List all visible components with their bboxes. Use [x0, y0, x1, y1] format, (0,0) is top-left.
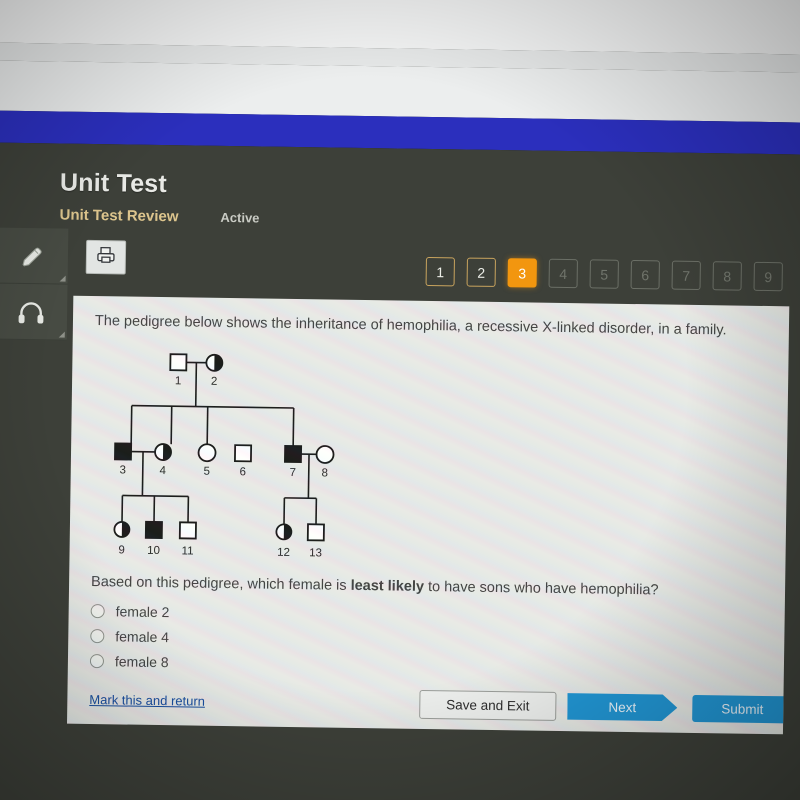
screen-photo: Unit Test Unit Test Review Active 1 2 3 … [0, 0, 800, 800]
question-nav-item-9[interactable]: 9 [753, 261, 783, 292]
tool-rail [0, 227, 69, 341]
pedigree-label-10: 10 [147, 545, 160, 557]
pedigree-node-12 [275, 523, 293, 541]
pedigree-node-13 [306, 523, 325, 542]
printer-icon [96, 246, 116, 269]
pedigree-node-3 [114, 442, 133, 461]
question-prompt-prefix: Based on this pedigree, which female is [90, 573, 351, 594]
submit-button[interactable]: Submit [692, 694, 790, 723]
header-subrow: Unit Test Review Active [59, 207, 259, 227]
pedigree-label-4: 4 [159, 465, 166, 477]
pedigree-label-3: 3 [119, 464, 126, 476]
answer-options: female 2 female 4 female 8 [89, 603, 763, 679]
question-nav-item-8[interactable]: 8 [712, 261, 742, 291]
page-header: Unit Test Unit Test Review Active [59, 169, 260, 227]
pedigree-node-7 [284, 444, 303, 463]
pedigree-label-9: 9 [118, 544, 125, 556]
pedigree-node-11 [178, 521, 197, 540]
answer-option-1[interactable]: female 2 [90, 603, 763, 629]
pedigree-node-9 [113, 520, 131, 538]
print-button[interactable] [85, 239, 127, 275]
question-nav: 1 2 3 4 5 6 7 8 9 [425, 256, 783, 292]
pedigree-node-8 [315, 444, 335, 464]
pedigree-label-2: 2 [211, 376, 218, 388]
pedigree-label-6: 6 [239, 466, 246, 478]
question-panel: The pedigree below shows the inheritance… [67, 295, 790, 735]
question-prompt-emphasis: least likely [350, 577, 425, 595]
pedigree-node-10 [144, 520, 163, 539]
radio-button-icon[interactable] [89, 653, 105, 669]
panel-footer: Mark this and return Save and Exit Next … [67, 674, 790, 735]
pedigree-node-2 [205, 353, 224, 372]
audio-tool[interactable] [0, 283, 68, 341]
pedigree-label-8: 8 [321, 467, 328, 479]
breadcrumb: Unit Test Review [59, 206, 179, 226]
pedigree-label-11: 11 [182, 545, 194, 557]
answer-option-label: female 4 [115, 628, 170, 646]
question-nav-item-2[interactable]: 2 [466, 257, 496, 287]
monitor-surface: Unit Test Unit Test Review Active 1 2 3 … [0, 0, 800, 800]
pedigree-node-1 [169, 353, 188, 372]
question-nav-item-4[interactable]: 4 [548, 258, 578, 289]
pedigree-label-12: 12 [277, 547, 290, 559]
answer-option-label: female 8 [114, 653, 169, 671]
status-badge: Active [220, 209, 260, 226]
question-prompt: Based on this pedigree, which female is … [91, 574, 763, 600]
question-nav-item-6[interactable]: 6 [630, 259, 660, 290]
pedigree-node-6 [234, 444, 253, 463]
radio-button-icon[interactable] [90, 628, 105, 644]
question-nav-item-5[interactable]: 5 [589, 259, 619, 289]
question-prompt-suffix: to have sons who have hemophilia? [423, 578, 659, 599]
pedigree-label-5: 5 [203, 466, 210, 478]
question-nav-item-3[interactable]: 3 [507, 258, 537, 288]
highlighter-tool[interactable] [0, 227, 69, 285]
save-and-exit-button[interactable]: Save and Exit [419, 689, 557, 721]
next-button[interactable]: Next [567, 693, 677, 722]
pedigree-chart: 1 2 3 4 5 6 7 8 9 10 11 12 13 [105, 343, 408, 572]
answer-option-2[interactable]: female 4 [90, 628, 762, 654]
headphones-icon [17, 298, 45, 324]
answer-option-label: female 2 [115, 603, 170, 621]
question-nav-item-7[interactable]: 7 [671, 260, 701, 291]
question-stem: The pedigree below shows the inheritance… [94, 313, 727, 339]
pedigree-label-1: 1 [175, 375, 182, 387]
pedigree-node-5 [197, 443, 217, 462]
radio-button-icon[interactable] [90, 603, 105, 619]
pencil-icon [19, 242, 45, 268]
mark-and-return-link[interactable]: Mark this and return [89, 691, 205, 708]
pedigree-node-4 [154, 443, 172, 461]
pedigree-label-7: 7 [289, 467, 296, 479]
pedigree-label-13: 13 [309, 547, 322, 559]
page-title: Unit Test [59, 168, 168, 199]
question-nav-item-1[interactable]: 1 [425, 256, 455, 287]
